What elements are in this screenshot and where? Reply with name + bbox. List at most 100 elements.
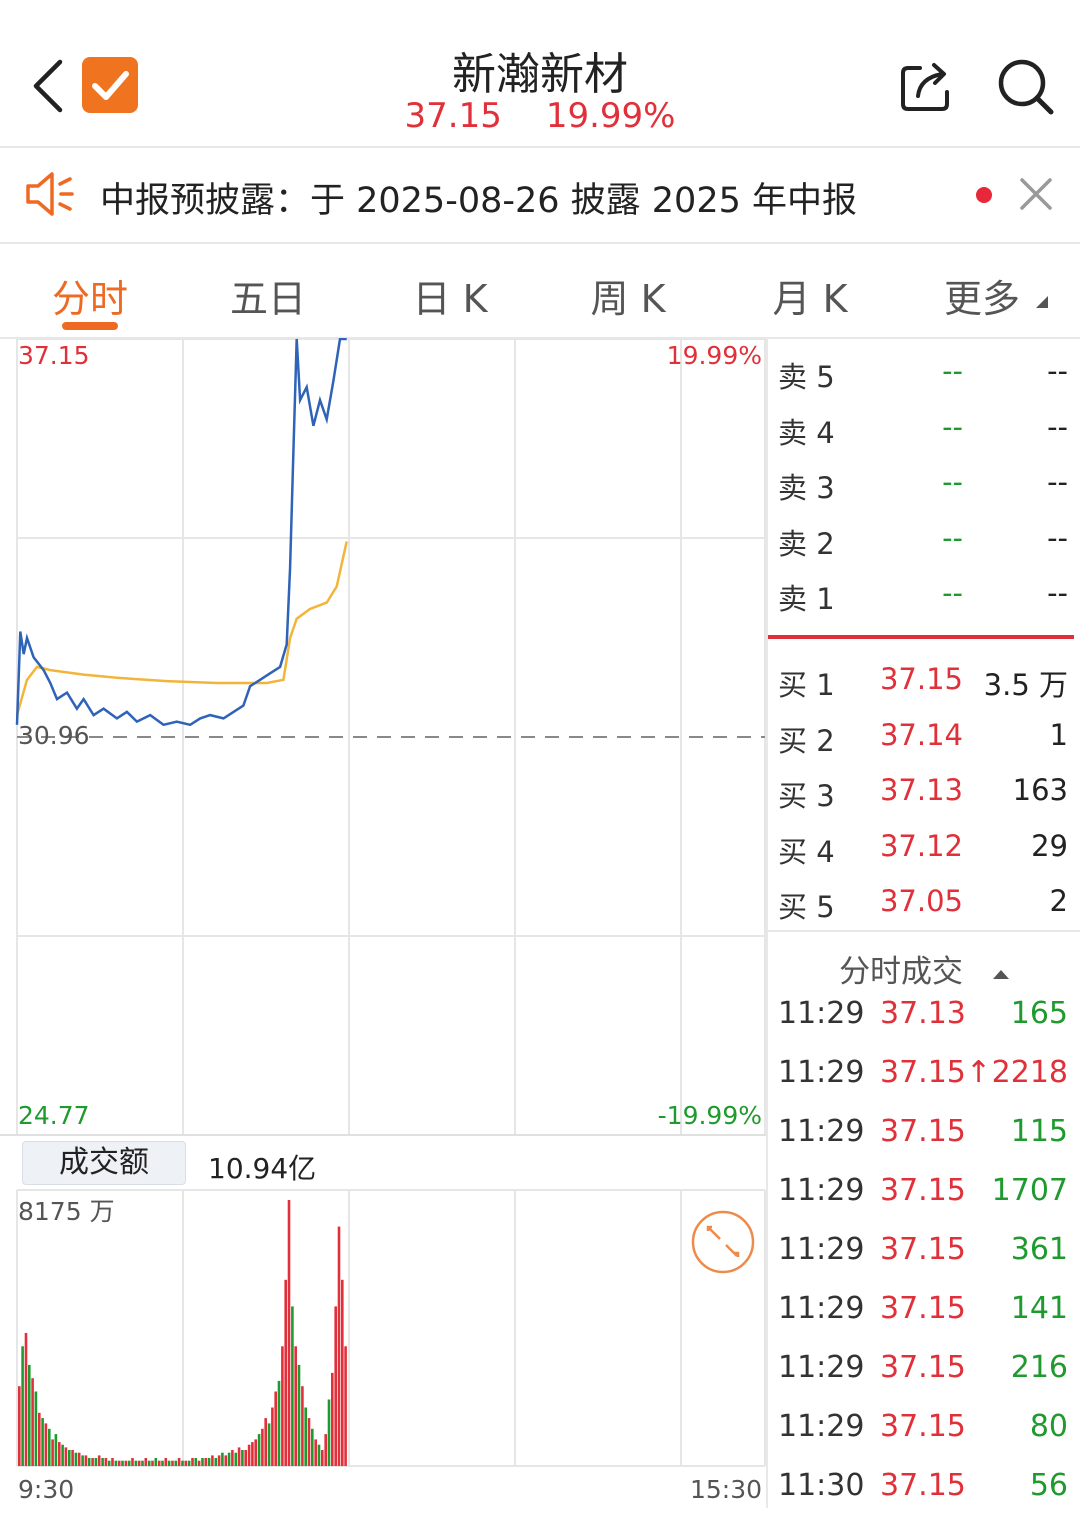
bid-volume: 29 (1031, 828, 1068, 863)
volume-bar (117, 1460, 121, 1466)
volume-bar (44, 1423, 48, 1466)
tab-daily-k[interactable]: 日 K (370, 268, 530, 323)
ask-volume: -- (1047, 576, 1068, 610)
expand-chart-icon[interactable] (691, 1210, 755, 1274)
ask-price: -- (942, 520, 963, 555)
volume-bar (327, 1399, 331, 1466)
volume-bar (211, 1455, 214, 1466)
volume-bar (137, 1460, 141, 1466)
tab-intraday[interactable]: 分时 (10, 268, 170, 323)
volume-bar (64, 1447, 68, 1466)
volume-bar (94, 1458, 98, 1466)
notice-text: 中报预披露：于 2025-08-26 披露 2025 年中报 (100, 181, 857, 221)
volume-bar (304, 1407, 307, 1466)
volume-bar (51, 1439, 54, 1466)
trade-time: 11:29 (778, 1232, 865, 1267)
volume-bar (247, 1444, 251, 1466)
tab-weekly-k[interactable]: 周 K (548, 268, 708, 323)
trade-time: 11:29 (778, 1409, 865, 1444)
bid-volume: 2 (1049, 884, 1068, 918)
volume-bar (231, 1450, 234, 1466)
volume-bar (58, 1442, 61, 1466)
volume-bar (151, 1460, 154, 1466)
volume-bar (311, 1428, 314, 1466)
ask-row[interactable]: 卖 1 -- -- (778, 576, 1068, 616)
volume-bar (344, 1346, 347, 1466)
volume-bar (121, 1460, 124, 1466)
bid-level-label: 买 3 (778, 779, 835, 813)
intraday-chart[interactable]: 37.15 19.99% 30.96 24.77 -19.99% 8175 万 … (0, 338, 766, 1533)
trade-volume: 56 (1029, 1468, 1068, 1503)
volume-bar (214, 1458, 218, 1466)
bid-row[interactable]: 买 4 37.12 29 (778, 829, 1068, 869)
trade-volume: 1707 (991, 1173, 1068, 1208)
volume-bar (61, 1444, 64, 1466)
bid-row[interactable]: 买 3 37.13 163 (778, 773, 1068, 813)
trade-row: 11:29 37.15 141 (778, 1291, 1068, 1331)
volume-bar (71, 1450, 74, 1466)
volume-bar (257, 1434, 261, 1466)
bid-level-label: 买 2 (778, 723, 835, 758)
volume-bar (307, 1418, 311, 1466)
trade-price: 37.13 (880, 996, 966, 1031)
volume-bar (254, 1439, 257, 1466)
prev-close-label: 30.96 (18, 721, 90, 750)
share-icon[interactable] (898, 58, 956, 114)
volume-bar (97, 1455, 101, 1466)
volume-bar (297, 1364, 301, 1466)
trade-row: 11:29 37.13 165 (778, 996, 1068, 1036)
pct-high-label: 19.99% (667, 341, 762, 370)
volume-bar (331, 1372, 334, 1466)
ask-volume: -- (1047, 409, 1068, 444)
volume-bar (77, 1452, 81, 1466)
more-caret-icon (1036, 296, 1048, 308)
volume-bar (164, 1458, 168, 1466)
volume-bar (81, 1455, 84, 1466)
volume-total: 10.94亿 (208, 1152, 317, 1185)
sort-up-icon (992, 969, 1009, 979)
volume-type-badge[interactable]: 成交额 (22, 1141, 186, 1185)
volume-bar (184, 1460, 188, 1466)
volume-bar (321, 1450, 324, 1466)
trade-price: 37.15 (880, 1468, 966, 1503)
trade-time: 11:29 (778, 996, 865, 1031)
trade-price: 37.15 (880, 1173, 966, 1208)
bid-volume: 3.5 万 (983, 668, 1068, 702)
average-price-line (15, 541, 348, 716)
trades-header[interactable]: 分时成交 (770, 946, 1080, 991)
close-icon[interactable] (1018, 176, 1054, 212)
ask-row[interactable]: 卖 5 -- -- (778, 354, 1068, 394)
ask-row[interactable]: 卖 3 -- -- (778, 465, 1068, 505)
tab-monthly-k[interactable]: 月 K (730, 268, 890, 323)
volume-bar (334, 1306, 337, 1466)
bid-row[interactable]: 买 1 37.15 3.5 万 (778, 662, 1068, 702)
volume-bar (18, 1386, 21, 1466)
notice-bar[interactable]: 中报预披露：于 2025-08-26 披露 2025 年中报 (0, 148, 1080, 242)
time-end-label: 15:30 (690, 1475, 762, 1504)
volume-bar (161, 1460, 164, 1466)
trade-row: 11:29 37.15 1707 (778, 1173, 1068, 1213)
bid-ask-divider (768, 635, 1074, 639)
search-icon[interactable] (996, 57, 1056, 117)
ask-row[interactable]: 卖 2 -- -- (778, 521, 1068, 561)
volume-bar (267, 1423, 271, 1466)
trade-time: 11:29 (778, 1291, 865, 1326)
ask-level-label: 卖 2 (778, 526, 835, 561)
volume-bar (187, 1460, 191, 1466)
volume-bar (134, 1460, 138, 1466)
volume-bar (84, 1455, 88, 1466)
bid-row[interactable]: 买 2 37.14 1 (778, 718, 1068, 758)
tab-five-day[interactable]: 五日 (188, 268, 348, 323)
volume-bar (38, 1412, 41, 1466)
volume-bar (237, 1447, 241, 1466)
volume-bar (107, 1460, 111, 1466)
volume-bar (217, 1455, 221, 1466)
bid-volume: 163 (1012, 773, 1068, 807)
trade-price: 37.15 (880, 1409, 966, 1444)
volume-bar (191, 1458, 194, 1466)
bid-row[interactable]: 买 5 37.05 2 (778, 884, 1068, 924)
ask-row[interactable]: 卖 4 -- -- (778, 410, 1068, 450)
volume-bar (154, 1458, 158, 1466)
volume-bar (74, 1452, 78, 1466)
volume-bar (87, 1458, 91, 1466)
